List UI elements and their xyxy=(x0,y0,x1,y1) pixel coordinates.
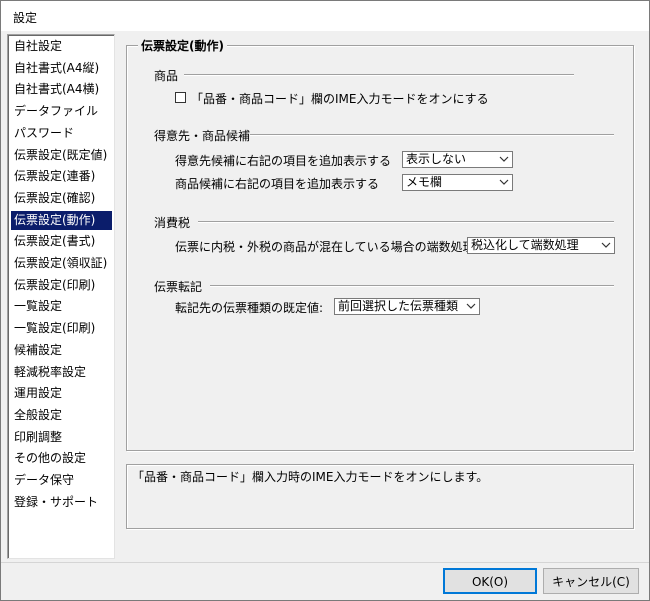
sidebar-item[interactable]: 伝票設定(領収証) xyxy=(11,254,112,273)
settings-category-list[interactable]: 自社設定自社書式(A4縦) 自社書式(A4横) データファイル パスワード伝票設定(既… xyxy=(7,34,115,559)
ime-mode-checkbox[interactable] xyxy=(175,92,186,103)
chevron-down-icon xyxy=(499,156,509,162)
mixed-tax-label: 伝票に内税・外税の商品が混在している場合の端数処理 xyxy=(175,240,475,254)
sidebar-item[interactable]: 一覧設定(印刷) xyxy=(11,319,112,338)
sidebar-item[interactable]: データ保守 xyxy=(11,471,112,490)
sidebar-item[interactable]: 自社書式(A4縦) xyxy=(11,59,112,78)
transfer-default-value: 前回選択した伝票種類 xyxy=(338,299,459,313)
product-candidate-label: 商品候補に右記の項目を追加表示する xyxy=(175,177,380,191)
description-text: 「品番・商品コード」欄入力時のIME入力モードをオンにします。 xyxy=(132,470,489,484)
section-divider xyxy=(198,221,614,223)
panel-title: 伝票設定(動作) xyxy=(138,37,227,54)
sidebar-item[interactable]: 伝票設定(動作) xyxy=(11,210,112,230)
customer-candidate-select[interactable]: 表示しない xyxy=(402,151,513,168)
sidebar-item[interactable]: 軽減税率設定 xyxy=(11,363,112,382)
mixed-tax-value: 税込化して端数処理 xyxy=(471,238,579,252)
sidebar-item[interactable]: 運用設定 xyxy=(11,384,112,403)
sidebar-item[interactable]: 印刷調整 xyxy=(11,428,112,447)
settings-window: 設定 自社設定 自社書式(A4縦) 自社書式(A4横) データファイル パスワード 伝票設… xyxy=(0,0,650,601)
chevron-down-icon xyxy=(466,303,476,309)
ok-button[interactable]: OK(O) xyxy=(443,568,537,594)
sidebar-item[interactable]: 登録・サポート xyxy=(11,493,112,512)
sidebar-item[interactable]: 自社設定 xyxy=(11,37,112,56)
product-candidate-select[interactable]: メモ欄 xyxy=(402,174,513,191)
transfer-default-label: 転記先の伝票種類の既定値: xyxy=(175,301,324,315)
sidebar-item[interactable]: 伝票設定(書式) xyxy=(11,232,112,251)
sidebar-item[interactable]: 伝票設定(連番) xyxy=(11,167,112,186)
sidebar-item[interactable]: データファイル xyxy=(11,102,112,121)
section-divider xyxy=(250,134,614,136)
sidebar-item[interactable]: 候補設定 xyxy=(11,341,112,360)
sidebar-item[interactable]: 一覧設定 xyxy=(11,297,112,316)
product-candidate-value: メモ欄 xyxy=(406,175,443,189)
mixed-tax-select[interactable]: 税込化して端数処理 xyxy=(467,237,615,254)
customer-candidate-label: 得意先候補に右記の項目を追加表示する xyxy=(175,154,392,168)
sidebar-item[interactable]: 伝票設定(確認) xyxy=(11,189,112,208)
sidebar-item[interactable]: 伝票設定(既定値) xyxy=(11,146,112,165)
title-bar: 設定 xyxy=(1,1,649,31)
cancel-button[interactable]: キャンセル(C) xyxy=(543,568,639,594)
sidebar-item[interactable]: 自社書式(A4横) xyxy=(11,80,112,99)
section-divider xyxy=(210,285,614,287)
window-title: 設定 xyxy=(13,11,38,25)
section-divider xyxy=(184,74,574,76)
transfer-default-select[interactable]: 前回選択した伝票種類 xyxy=(334,298,480,315)
sidebar-item[interactable]: 全般設定 xyxy=(11,406,112,425)
ime-mode-checkbox-label[interactable]: 「品番・商品コード」欄のIME入力モードをオンにする xyxy=(191,90,489,107)
section-heading-tax: 消費税 xyxy=(154,216,191,230)
section-heading-shohin: 商品 xyxy=(154,69,179,83)
section-heading-candidates: 得意先・商品候補 xyxy=(154,129,251,143)
chevron-down-icon xyxy=(601,242,611,248)
chevron-down-icon xyxy=(499,179,509,185)
sidebar-item[interactable]: 伝票設定(印刷) xyxy=(11,276,112,295)
section-heading-transfer: 伝票転記 xyxy=(154,280,203,294)
footer-divider xyxy=(1,562,649,563)
sidebar-item[interactable]: パスワード xyxy=(11,124,112,143)
customer-candidate-value: 表示しない xyxy=(406,152,467,166)
sidebar-item[interactable]: その他の設定 xyxy=(11,449,112,468)
